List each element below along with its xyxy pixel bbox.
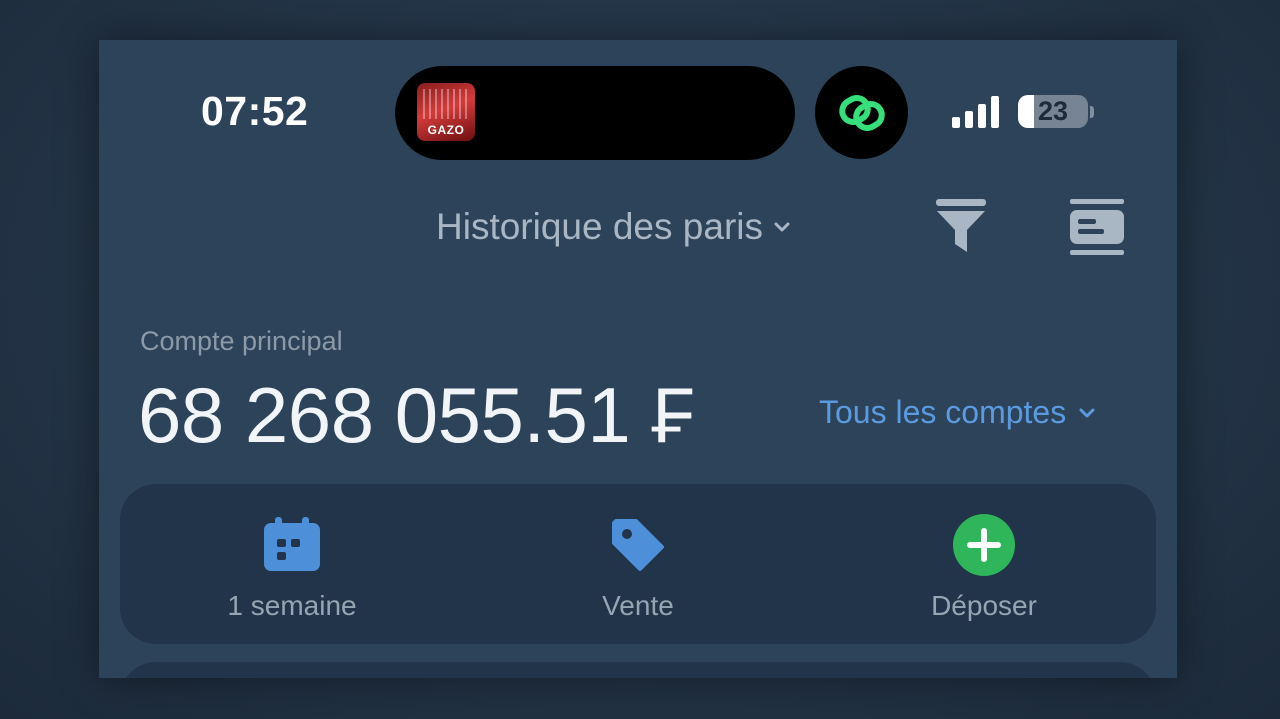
status-time: 07:52 <box>201 88 309 134</box>
all-accounts-dropdown[interactable]: Tous les comptes <box>819 394 1096 431</box>
battery-tip <box>1090 106 1094 118</box>
deposit-button-label: Déposer <box>931 590 1037 621</box>
period-button-label: 1 semaine <box>227 590 357 621</box>
next-card-edge <box>120 662 1156 678</box>
dynamic-island[interactable]: GAZO <box>395 66 795 160</box>
cellular-signal-icon <box>952 94 1004 128</box>
account-label: Compte principal <box>140 326 343 356</box>
battery-level: 23 <box>1037 96 1069 126</box>
all-accounts-label: Tous les comptes <box>819 394 1067 430</box>
now-playing-album-art[interactable]: GAZO <box>417 83 475 141</box>
link-rings-icon[interactable] <box>815 66 908 159</box>
plus-circle-icon <box>953 514 1015 576</box>
tag-icon <box>612 519 664 571</box>
chevron-down-icon <box>774 222 790 232</box>
battery-icon: 23 <box>1018 95 1088 128</box>
deposit-button[interactable]: Déposer <box>864 484 1104 644</box>
page-title: Historique des paris <box>436 206 763 247</box>
album-art-text: GAZO <box>427 123 465 137</box>
calendar-icon <box>264 517 320 571</box>
sell-button[interactable]: Vente <box>518 484 758 644</box>
phone-screen: 07:52 GAZO 23 Historique des paris Compt… <box>99 40 1177 678</box>
filter-icon[interactable] <box>935 198 987 254</box>
chevron-down-icon <box>1079 408 1095 417</box>
page-title-dropdown[interactable]: Historique des paris <box>436 206 791 248</box>
card-view-icon[interactable] <box>1068 198 1126 256</box>
sell-button-label: Vente <box>602 590 674 621</box>
account-balance: 68 268 055.51 ₣ <box>138 371 695 459</box>
quick-actions-panel: 1 semaine Vente Déposer <box>120 484 1156 644</box>
period-button[interactable]: 1 semaine <box>172 484 412 644</box>
